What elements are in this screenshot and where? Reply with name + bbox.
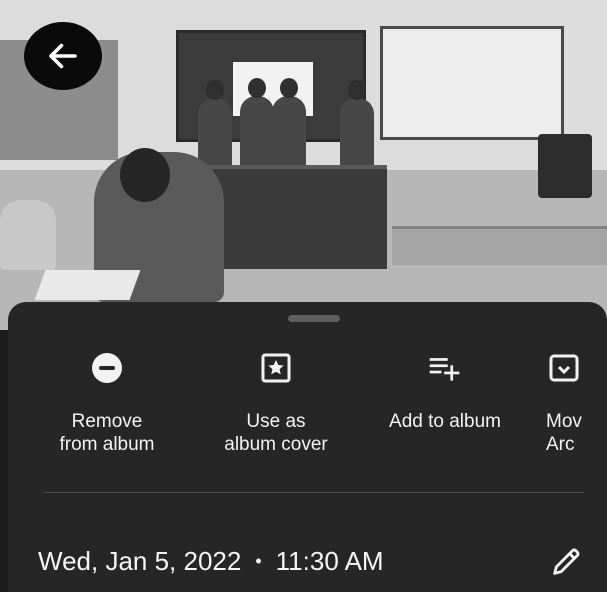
use-as-album-cover-button[interactable]: Use as album cover [201,350,351,456]
photo-whiteboard [380,26,564,140]
remove-circle-icon [89,350,125,386]
photo-papers [34,270,141,300]
move-to-archive-label: Mov Arc [546,411,582,455]
sheet-divider [44,492,584,493]
move-to-archive-button[interactable]: Mov Arc [546,350,607,456]
photo-date-time: Wed, Jan 5, 2022 • 11:30 AM [38,546,384,577]
photo-actions-sheet: Remove from album Use as album cover Add… [8,302,607,592]
photo-date: Wed, Jan 5, 2022 [38,546,242,576]
pencil-icon [553,548,580,575]
photo-person [272,78,306,176]
playlist-add-icon [427,350,463,386]
photo-person [240,78,274,176]
archive-icon [546,350,582,386]
use-as-album-cover-label: Use as album cover [224,411,328,455]
actions-row: Remove from album Use as album cover Add… [8,302,607,492]
photo-chair [538,134,592,198]
photo-view[interactable] [0,0,607,330]
photo-student [0,200,56,270]
add-to-album-label: Add to album [389,411,501,432]
album-cover-star-icon [258,350,294,386]
edit-date-time-button[interactable] [546,542,586,582]
remove-from-album-label: Remove from album [59,411,155,455]
date-time-separator: • [255,551,262,571]
photo-table [392,226,607,265]
add-to-album-button[interactable]: Add to album [370,350,520,433]
photo-time: 11:30 AM [275,546,384,576]
remove-from-album-button[interactable]: Remove from album [32,350,182,456]
back-button[interactable] [24,22,102,90]
arrow-left-icon [49,43,77,69]
